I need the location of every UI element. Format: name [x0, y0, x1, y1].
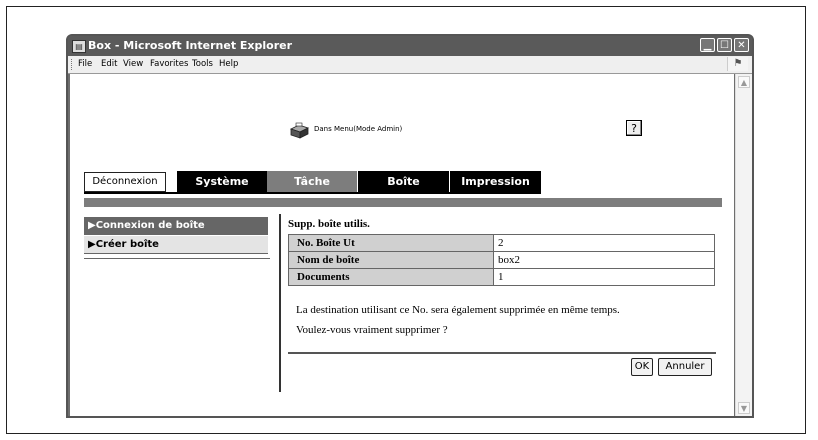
maximize-icon[interactable]: ☐ [717, 38, 732, 52]
menu-edit[interactable]: Edit [101, 59, 117, 69]
section-band [84, 198, 722, 207]
menu-tools[interactable]: Tools [192, 59, 213, 69]
windows-flag-icon: ⚑ [727, 57, 748, 71]
row-value: 2 [493, 234, 715, 252]
sidebar-divider [84, 258, 270, 259]
table-row: No. Boîte Ut 2 [288, 234, 715, 252]
sidebar-item-connexion-boite[interactable]: ▶Connexion de boîte [84, 217, 268, 235]
tab-systeme[interactable]: Système [177, 171, 267, 192]
menu-grip [71, 59, 74, 70]
row-label: Nom de boîte [288, 251, 494, 269]
row-value: box2 [493, 251, 715, 269]
menu-bar: File Edit View Favorites Tools Help ⚑ [68, 56, 752, 74]
table-row: Documents 1 [288, 268, 715, 286]
confirm-question: Voulez-vous vraiment supprimer ? [296, 324, 448, 336]
tab-underline [84, 192, 541, 194]
row-label: Documents [288, 268, 494, 286]
sidebar-item-creer-boite[interactable]: ▶Créer boîte [84, 236, 268, 254]
menu-help[interactable]: Help [219, 59, 238, 69]
help-button[interactable]: ? [626, 120, 642, 136]
tab-boite[interactable]: Boîte [357, 171, 449, 192]
title-bar: ▤ Box - Microsoft Internet Explorer ▁ ☐ … [68, 36, 752, 56]
scroll-up-icon[interactable]: ▲ [738, 76, 750, 88]
menu-view[interactable]: View [123, 59, 143, 69]
vertical-divider [279, 214, 281, 392]
close-icon[interactable]: ✕ [734, 38, 749, 52]
warning-message: La destination utilisant ce No. sera éga… [296, 304, 620, 316]
cancel-button[interactable]: Annuler [658, 358, 712, 376]
page-content: Dans Menu(Mode Admin) ? Déconnexion Syst… [70, 74, 734, 416]
tab-impression[interactable]: Impression [449, 171, 541, 192]
minimize-icon[interactable]: ▁ [700, 38, 715, 52]
scroll-down-icon[interactable]: ▼ [738, 402, 750, 414]
vertical-scrollbar[interactable]: ▲ ▼ [735, 74, 752, 416]
box-info-table: No. Boîte Ut 2 Nom de boîte box2 Documen… [288, 234, 715, 286]
menu-favorites[interactable]: Favorites [150, 59, 188, 69]
page-title: Supp. boîte utilis. [288, 218, 370, 230]
row-label: No. Boîte Ut [288, 234, 494, 252]
menu-file[interactable]: File [78, 59, 92, 69]
ok-button[interactable]: OK [631, 358, 653, 376]
browser-window: ▤ Box - Microsoft Internet Explorer ▁ ☐ … [66, 34, 754, 418]
printer-icon [289, 122, 310, 139]
logout-button[interactable]: Déconnexion [84, 172, 166, 192]
table-row: Nom de boîte box2 [288, 251, 715, 269]
action-divider [288, 352, 716, 354]
tab-tache[interactable]: Tâche [267, 171, 357, 192]
row-value: 1 [493, 268, 715, 286]
admin-mode-label: Dans Menu(Mode Admin) [314, 125, 403, 133]
window-title: Box - Microsoft Internet Explorer [88, 39, 293, 52]
ie-page-icon: ▤ [72, 40, 86, 53]
